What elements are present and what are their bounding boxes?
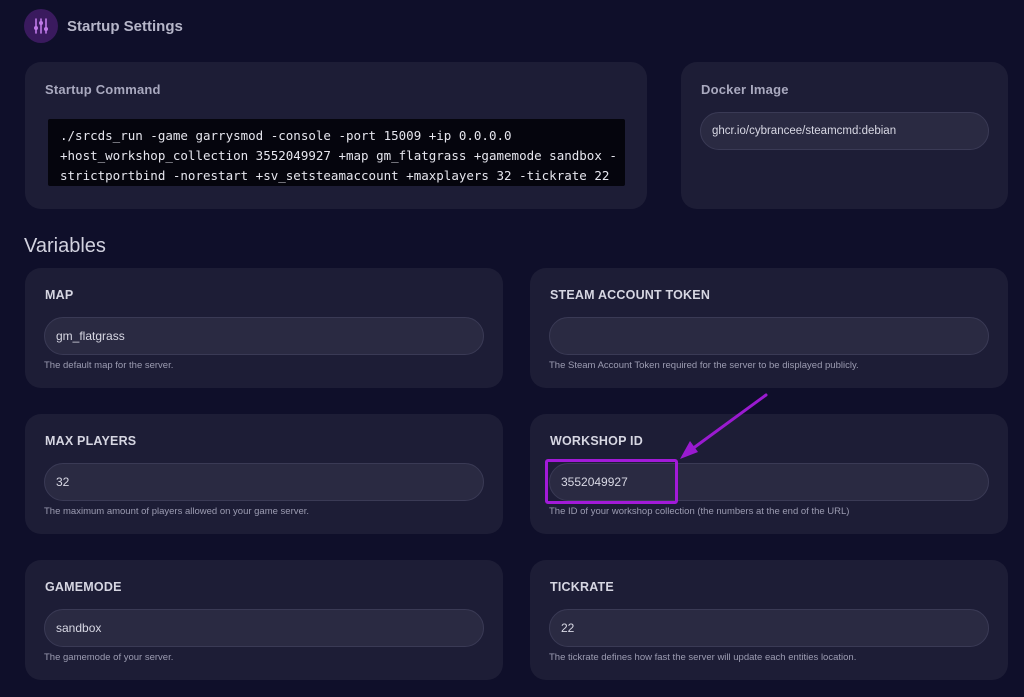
gamemode-label: GAMEMODE bbox=[45, 580, 122, 594]
gamemode-input[interactable]: sandbox bbox=[44, 609, 484, 647]
docker-image-label: Docker Image bbox=[701, 82, 789, 97]
steam-token-help: The Steam Account Token required for the… bbox=[549, 360, 859, 371]
page-header: Startup Settings bbox=[24, 8, 183, 44]
steam-token-label: STEAM ACCOUNT TOKEN bbox=[550, 288, 711, 302]
map-help: The default map for the server. bbox=[44, 360, 174, 371]
tickrate-label: TICKRATE bbox=[550, 580, 614, 594]
variable-card-map: MAP gm_flatgrass The default map for the… bbox=[25, 268, 503, 388]
workshop-id-help: The ID of your workshop collection (the … bbox=[549, 506, 850, 517]
variables-title: Variables bbox=[24, 235, 106, 257]
tickrate-input[interactable]: 22 bbox=[549, 609, 989, 647]
variable-card-steam-token: STEAM ACCOUNT TOKEN The Steam Account To… bbox=[530, 268, 1008, 388]
variable-card-tickrate: TICKRATE 22 The tickrate defines how fas… bbox=[530, 560, 1008, 680]
sliders-icon bbox=[24, 9, 58, 43]
gamemode-help: The gamemode of your server. bbox=[44, 652, 174, 663]
tickrate-help: The tickrate defines how fast the server… bbox=[549, 652, 857, 663]
startup-command-label: Startup Command bbox=[45, 82, 161, 97]
steam-token-input[interactable] bbox=[549, 317, 989, 355]
max-players-input[interactable]: 32 bbox=[44, 463, 484, 501]
gamemode-value: sandbox bbox=[56, 621, 102, 635]
command-line-1: ./srcds_run -game garrysmod -console -po… bbox=[60, 128, 512, 143]
startup-command-text[interactable]: ./srcds_run -game garrysmod -console -po… bbox=[48, 119, 625, 186]
startup-command-card: Startup Command ./srcds_run -game garrys… bbox=[25, 62, 647, 209]
max-players-value: 32 bbox=[56, 475, 70, 489]
command-line-3: strictportbind -norestart +sv_setsteamac… bbox=[60, 168, 610, 183]
command-line-2: +host_workshop_collection 3552049927 +ma… bbox=[60, 148, 617, 163]
docker-image-value: ghcr.io/cybrancee/steamcmd:debian bbox=[712, 125, 897, 137]
docker-image-card: Docker Image ghcr.io/cybrancee/steamcmd:… bbox=[681, 62, 1008, 209]
variable-card-max-players: MAX PLAYERS 32 The maximum amount of pla… bbox=[25, 414, 503, 534]
workshop-id-highlight-box bbox=[545, 459, 678, 504]
max-players-label: MAX PLAYERS bbox=[45, 434, 137, 448]
page: Startup Settings Startup Command ./srcds… bbox=[0, 0, 1024, 697]
tickrate-value: 22 bbox=[561, 621, 575, 635]
workshop-id-label: WORKSHOP ID bbox=[550, 434, 643, 448]
map-input[interactable]: gm_flatgrass bbox=[44, 317, 484, 355]
map-label: MAP bbox=[45, 288, 74, 302]
page-title: Startup Settings bbox=[67, 17, 183, 35]
docker-image-select[interactable]: ghcr.io/cybrancee/steamcmd:debian bbox=[700, 112, 989, 150]
max-players-help: The maximum amount of players allowed on… bbox=[44, 506, 310, 517]
map-value: gm_flatgrass bbox=[56, 329, 125, 343]
variable-card-gamemode: GAMEMODE sandbox The gamemode of your se… bbox=[25, 560, 503, 680]
